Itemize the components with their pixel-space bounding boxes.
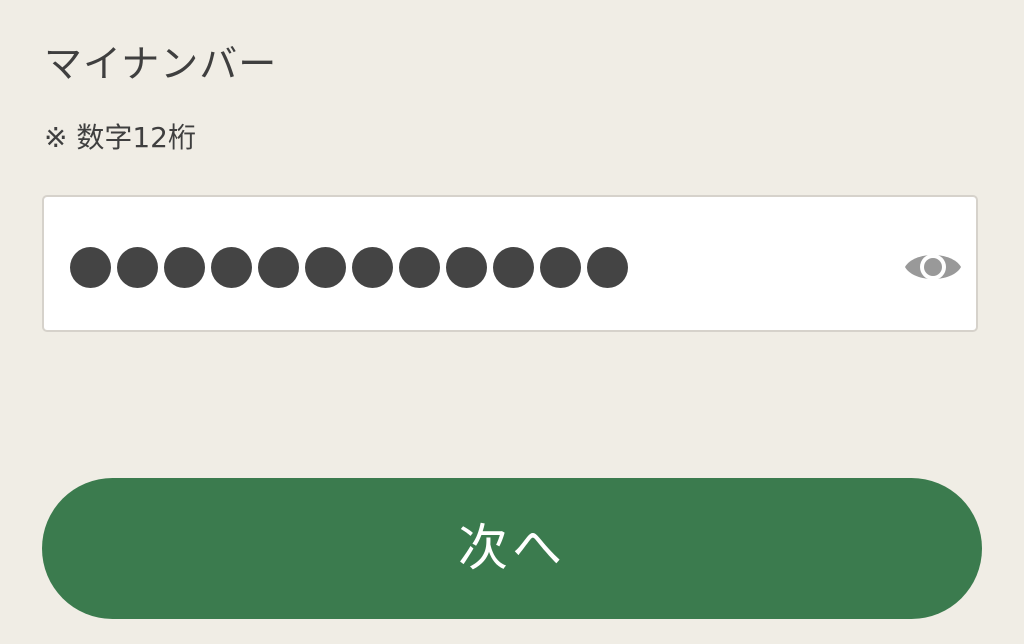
masked-value <box>70 247 628 288</box>
masked-digit <box>117 247 158 288</box>
masked-digit <box>399 247 440 288</box>
masked-digit <box>446 247 487 288</box>
eye-icon[interactable] <box>902 245 964 289</box>
masked-digit <box>211 247 252 288</box>
masked-digit <box>493 247 534 288</box>
masked-digit <box>587 247 628 288</box>
masked-digit <box>352 247 393 288</box>
masked-digit <box>258 247 299 288</box>
field-note: ※ 数字12桁 <box>44 121 196 154</box>
masked-digit <box>540 247 581 288</box>
next-button[interactable]: 次へ <box>42 478 982 619</box>
field-title: マイナンバー <box>44 42 278 86</box>
masked-digit <box>164 247 205 288</box>
mynumber-input[interactable] <box>42 195 978 332</box>
masked-digit <box>70 247 111 288</box>
masked-digit <box>305 247 346 288</box>
